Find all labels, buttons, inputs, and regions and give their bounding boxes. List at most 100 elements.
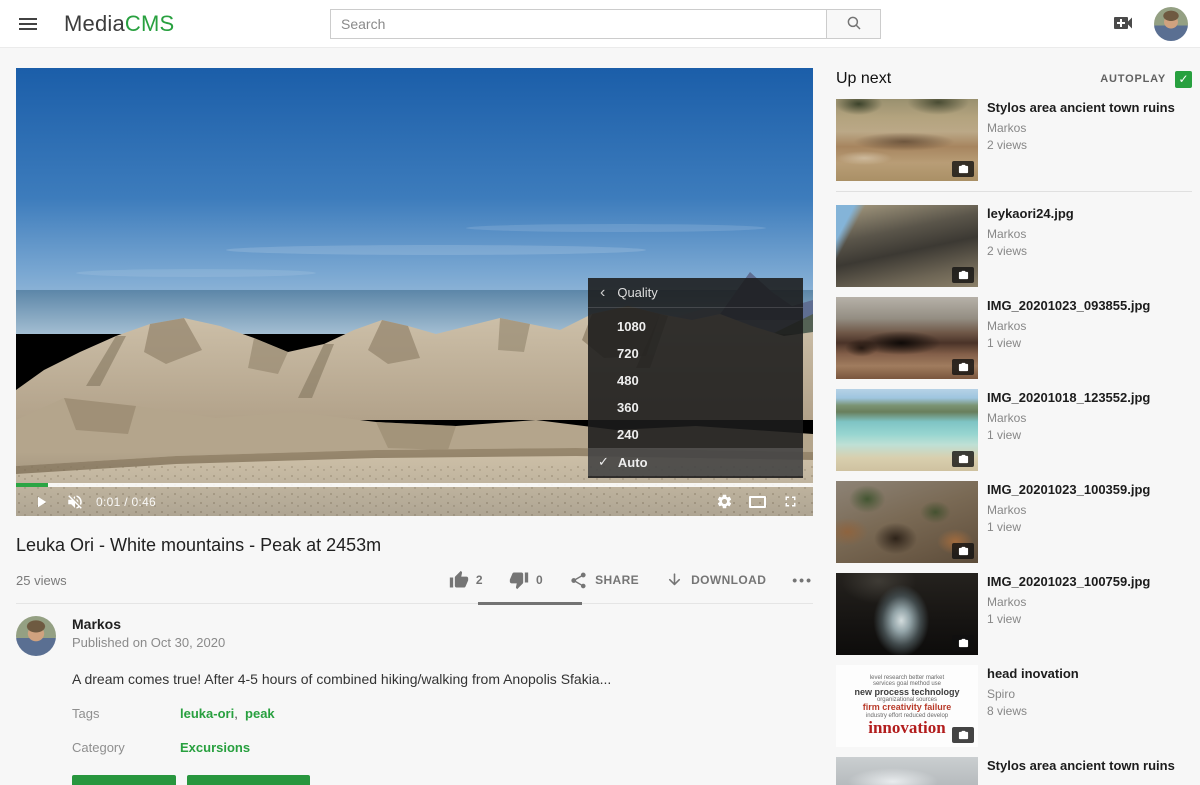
item-author: Markos: [987, 227, 1074, 241]
settings-button[interactable]: [708, 488, 741, 516]
quality-options-list: 1080720480360240: [588, 308, 803, 448]
player-controls: 0:01 / 0:46: [16, 487, 813, 516]
item-title: Stylos area ancient town ruins: [987, 758, 1175, 774]
time-display: 0:01 / 0:46: [96, 495, 156, 509]
quality-menu-header[interactable]: Quality: [588, 278, 803, 308]
like-count: 2: [476, 573, 483, 587]
check-icon: [598, 454, 609, 470]
video-title: Leuka Ori - White mountains - Peak at 24…: [16, 535, 813, 556]
author-section: Markos Published on Oct 30, 2020: [16, 616, 813, 656]
up-next-item[interactable]: IMG_20201018_123552.jpg Markos 1 view: [836, 389, 1192, 471]
up-next-item[interactable]: IMG_20201023_093855.jpg Markos 1 view: [836, 297, 1192, 379]
download-label: DOWNLOAD: [691, 573, 766, 587]
hamburger-menu-icon[interactable]: [8, 4, 48, 44]
tag-separator: ,: [234, 706, 245, 721]
download-icon: [665, 571, 684, 590]
up-next-item[interactable]: level research better marketservices goa…: [836, 665, 1192, 747]
item-title: IMG_20201023_093855.jpg: [987, 298, 1150, 314]
up-next-list: Stylos area ancient town ruins Markos 2 …: [836, 99, 1192, 785]
share-icon: [569, 571, 588, 590]
item-author: Spiro: [987, 687, 1079, 701]
author-name-link[interactable]: Markos: [72, 616, 225, 632]
quality-option-480[interactable]: 480: [588, 367, 803, 394]
item-views: 2 views: [987, 244, 1074, 258]
quality-selected-label: Auto: [618, 455, 648, 470]
video-player[interactable]: Quality 1080720480360240 Auto 0:01: [16, 68, 813, 516]
autoplay-checkbox[interactable]: [1175, 71, 1192, 88]
back-chevron-icon: [600, 284, 605, 302]
up-next-item[interactable]: IMG_20201023_100359.jpg Markos 1 view: [836, 481, 1192, 563]
thumbnail[interactable]: [836, 481, 978, 563]
tag-link-leuka-ori[interactable]: leuka-ori: [180, 706, 234, 721]
delete-media-button[interactable]: DELETE MEDIA: [187, 775, 310, 785]
dislike-button[interactable]: 0: [509, 570, 543, 590]
item-title: IMG_20201023_100359.jpg: [987, 482, 1150, 498]
thumbnail[interactable]: [836, 757, 978, 785]
thumbnail[interactable]: [836, 297, 978, 379]
download-button[interactable]: DOWNLOAD: [665, 571, 766, 590]
edit-media-button[interactable]: EDIT MEDIA: [72, 775, 176, 785]
fullscreen-button[interactable]: [774, 488, 807, 516]
photo-camera-icon: [952, 359, 974, 375]
item-author: Markos: [987, 121, 1175, 135]
quality-option-1080[interactable]: 1080: [588, 313, 803, 340]
item-views: 1 view: [987, 336, 1150, 350]
app-logo[interactable]: MediaCMS: [64, 11, 174, 37]
item-author: Markos: [987, 503, 1150, 517]
search-button[interactable]: [826, 9, 881, 39]
thumbs-up-icon: [449, 570, 469, 590]
fullscreen-icon: [782, 493, 799, 510]
more-options-icon: •••: [792, 572, 813, 588]
tags-label: Tags: [72, 706, 180, 721]
quality-option-360[interactable]: 360: [588, 394, 803, 421]
thumbs-down-icon: [509, 570, 529, 590]
action-bar: 2 0 SHARE D: [423, 570, 813, 590]
category-label: Category: [72, 740, 180, 755]
share-button[interactable]: SHARE: [569, 571, 639, 590]
search-input[interactable]: [330, 9, 826, 39]
quality-option-240[interactable]: 240: [588, 421, 803, 448]
autoplay-label: AUTOPLAY: [1100, 73, 1166, 85]
thumbnail[interactable]: [836, 389, 978, 471]
quality-option-720[interactable]: 720: [588, 340, 803, 367]
tag-link-peak[interactable]: peak: [245, 706, 275, 721]
item-views: 8 views: [987, 704, 1079, 718]
up-next-item[interactable]: Stylos area ancient town ruins: [836, 757, 1192, 785]
share-label: SHARE: [595, 573, 639, 587]
thumbnail[interactable]: [836, 205, 978, 287]
author-avatar[interactable]: [16, 616, 56, 656]
tags-row: Tags leuka-ori, peak: [72, 706, 813, 721]
main-content: Quality 1080720480360240 Auto 0:01: [16, 68, 813, 785]
mute-button[interactable]: [58, 488, 92, 516]
like-rating-bar: [478, 602, 582, 605]
up-next-item[interactable]: Stylos area ancient town ruins Markos 2 …: [836, 99, 1192, 181]
theater-mode-button[interactable]: [741, 488, 774, 516]
item-author: Markos: [987, 411, 1150, 425]
upload-media-button[interactable]: [1110, 12, 1136, 36]
item-views: 1 view: [987, 428, 1150, 442]
up-next-item[interactable]: leykaori24.jpg Markos 2 views: [836, 205, 1192, 287]
thumbnail[interactable]: [836, 99, 978, 181]
video-description: A dream comes true! After 4-5 hours of c…: [72, 671, 813, 687]
media-buttons-row: EDIT MEDIA DELETE MEDIA: [72, 775, 813, 785]
item-views: 1 view: [987, 612, 1150, 626]
quality-option-auto[interactable]: Auto: [588, 448, 803, 476]
photo-camera-icon: [952, 451, 974, 467]
settings-gear-icon: [716, 493, 733, 510]
tags-values: leuka-ori, peak: [180, 706, 275, 721]
item-title: IMG_20201023_100759.jpg: [987, 574, 1150, 590]
more-options-button[interactable]: •••: [792, 572, 813, 588]
thumbnail[interactable]: level research better marketservices goa…: [836, 665, 978, 747]
play-button[interactable]: [24, 488, 58, 516]
user-avatar[interactable]: [1154, 7, 1188, 41]
theater-mode-icon: [749, 496, 766, 508]
up-next-item[interactable]: IMG_20201023_100759.jpg Markos 1 view: [836, 573, 1192, 655]
like-button[interactable]: 2: [449, 570, 483, 590]
thumbnail[interactable]: [836, 573, 978, 655]
item-title: IMG_20201018_123552.jpg: [987, 390, 1150, 406]
item-author: Markos: [987, 319, 1150, 333]
quality-menu-title: Quality: [617, 285, 657, 300]
item-title: leykaori24.jpg: [987, 206, 1074, 222]
up-next-sidebar: Up next AUTOPLAY Stylos area ancient tow…: [836, 68, 1192, 785]
category-link[interactable]: Excursions: [180, 740, 250, 755]
